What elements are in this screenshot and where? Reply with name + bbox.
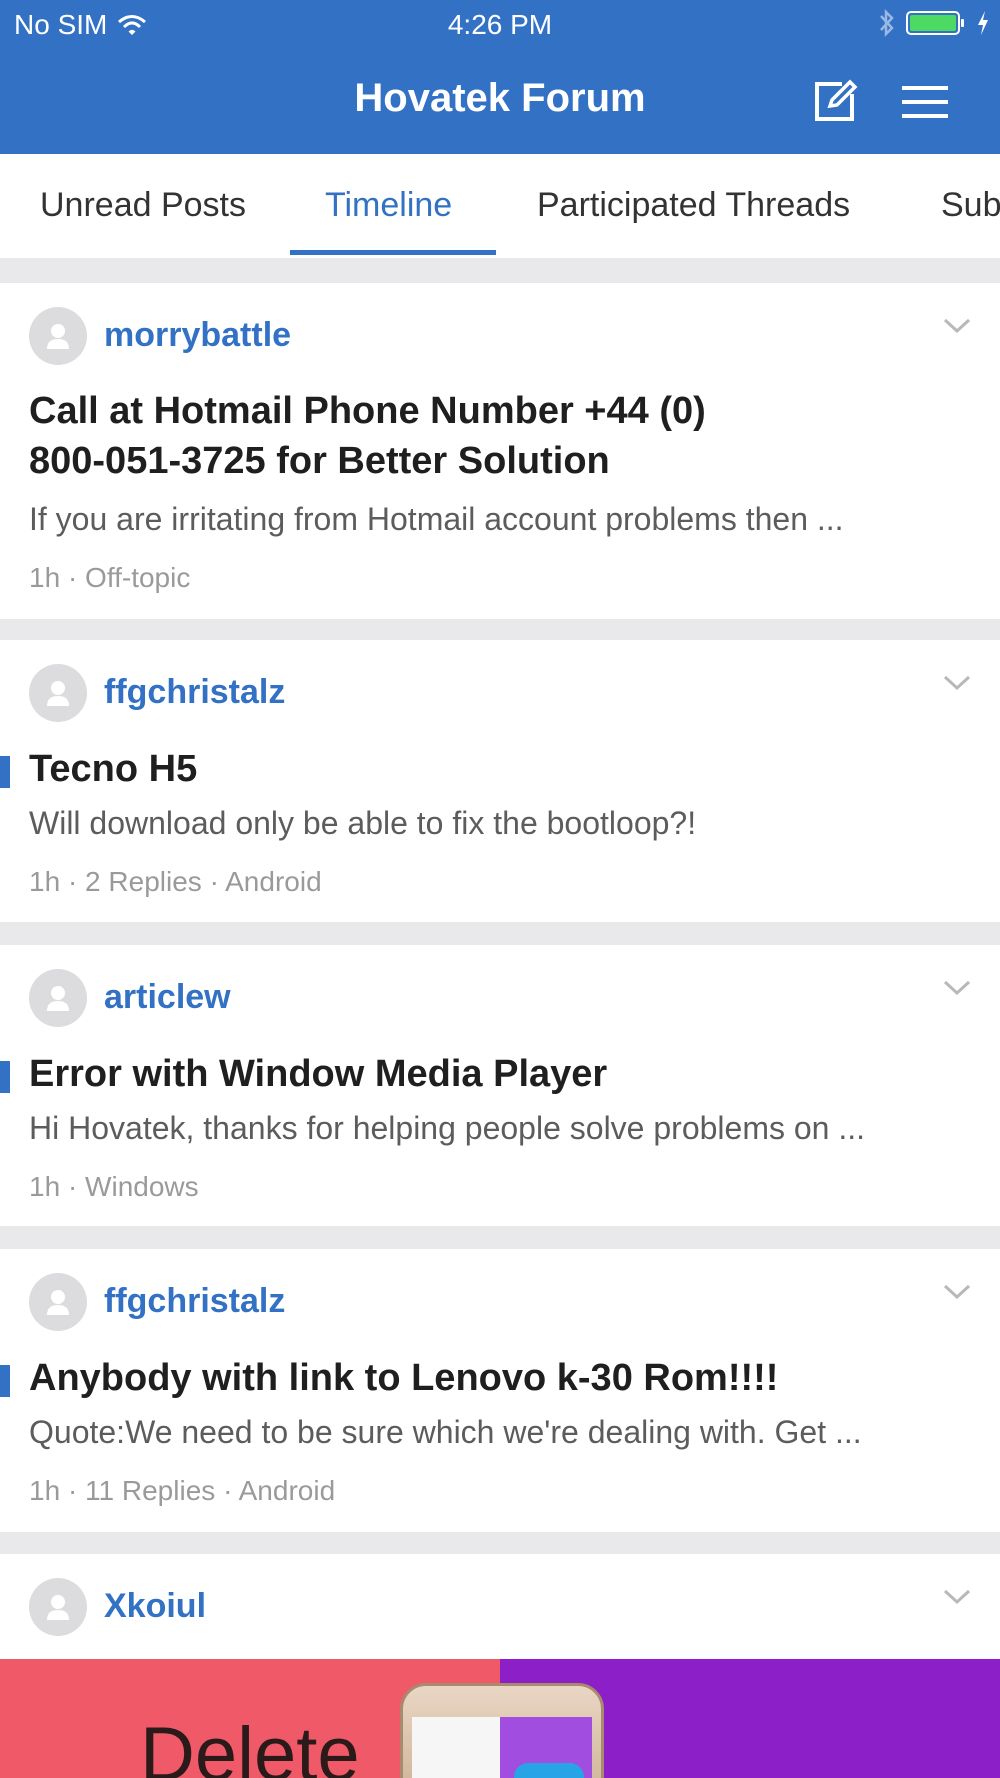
post-card[interactable]: ffgchristalz Tecno H5 Will download only… xyxy=(0,640,1000,922)
user-placeholder-icon xyxy=(47,986,69,1011)
banner-text: Delete xyxy=(140,1712,360,1778)
post-meta: 1h · Windows xyxy=(29,1171,199,1203)
post-time: 1h xyxy=(29,562,61,593)
post-author[interactable]: Xkoiul xyxy=(104,1587,206,1626)
post-title-line: Anybody with link to Lenovo k-30 Rom!!!! xyxy=(29,1357,779,1399)
post-title-line: 800-051-3725 for Better Solution xyxy=(29,440,610,482)
chevron-down-icon[interactable] xyxy=(942,1588,972,1606)
post-title[interactable]: Anybody with link to Lenovo k-30 Rom!!!! xyxy=(29,1353,979,1403)
post-excerpt: Hi Hovatek, thanks for helping people so… xyxy=(29,1110,866,1146)
post-meta: 1h · Off-topic xyxy=(29,562,190,594)
meta-separator: · xyxy=(223,1475,239,1506)
post-meta: 1h · 11 Replies · Android xyxy=(29,1475,335,1507)
post-author[interactable]: ffgchristalz xyxy=(104,673,285,712)
tab-unread-posts[interactable]: Unread Posts xyxy=(40,186,246,225)
avatar[interactable] xyxy=(29,307,87,365)
tab-participated-threads[interactable]: Participated Threads xyxy=(537,186,850,225)
post-time: 1h xyxy=(29,866,61,897)
post-title[interactable]: Tecno H5 xyxy=(29,744,979,794)
post-card[interactable]: ffgchristalz Anybody with link to Lenovo… xyxy=(0,1249,1000,1532)
tab-subscribed[interactable]: Sub xyxy=(941,186,1000,225)
user-placeholder-icon xyxy=(47,324,69,349)
chevron-down-icon[interactable] xyxy=(942,1283,972,1301)
chevron-down-icon[interactable] xyxy=(942,674,972,692)
post-title[interactable]: Call at Hotmail Phone Number +44 (0) 800… xyxy=(29,386,979,486)
post-forum[interactable]: Android xyxy=(239,1475,336,1506)
post-author[interactable]: articlew xyxy=(104,978,231,1017)
message-app-icon xyxy=(514,1763,584,1778)
status-bar: No SIM 4:26 PM xyxy=(0,0,1000,50)
post-forum[interactable]: Off-topic xyxy=(85,562,190,593)
meta-separator: · xyxy=(209,866,226,897)
status-time: 4:26 PM xyxy=(447,9,553,40)
meta-separator: · xyxy=(67,866,86,897)
battery-icon xyxy=(906,11,964,35)
user-placeholder-icon xyxy=(47,1595,69,1620)
chevron-down-icon[interactable] xyxy=(942,979,972,997)
post-title-line: Error with Window Media Player xyxy=(29,1053,608,1095)
post-replies: 11 Replies xyxy=(85,1475,216,1506)
avatar[interactable] xyxy=(29,1578,87,1636)
post-title-line: Tecno H5 xyxy=(29,748,198,790)
post-author[interactable]: morrybattle xyxy=(104,316,291,355)
nav-bar: Hovatek Forum xyxy=(0,50,1000,154)
charging-bolt-icon xyxy=(978,11,988,35)
unread-indicator xyxy=(0,1061,10,1093)
active-tab-indicator xyxy=(290,250,496,255)
hamburger-menu-icon[interactable] xyxy=(900,82,950,122)
post-card[interactable]: articlew Error with Window Media Player … xyxy=(0,945,1000,1226)
unread-indicator xyxy=(0,756,10,788)
post-time: 1h xyxy=(29,1171,61,1202)
post-forum[interactable]: Windows xyxy=(85,1171,199,1202)
chevron-down-icon[interactable] xyxy=(942,317,972,335)
post-excerpt: If you are irritating from Hotmail accou… xyxy=(29,501,844,537)
post-image-banner[interactable]: Delete xyxy=(0,1659,1000,1778)
avatar[interactable] xyxy=(29,664,87,722)
meta-separator: · xyxy=(67,1171,86,1202)
compose-icon[interactable] xyxy=(812,78,858,124)
post-forum[interactable]: Android xyxy=(225,866,322,897)
post-meta: 1h · 2 Replies · Android xyxy=(29,866,322,898)
tab-timeline[interactable]: Timeline xyxy=(325,186,452,225)
user-placeholder-icon xyxy=(47,681,69,706)
post-time: 1h xyxy=(29,1475,61,1506)
meta-separator: · xyxy=(67,1475,86,1506)
post-title-line: Call at Hotmail Phone Number +44 (0) xyxy=(29,390,706,432)
avatar[interactable] xyxy=(29,1273,87,1331)
post-card[interactable]: morrybattle Call at Hotmail Phone Number… xyxy=(0,283,1000,619)
post-replies: 2 Replies xyxy=(85,866,202,897)
post-title[interactable]: Error with Window Media Player xyxy=(29,1049,979,1099)
post-excerpt: Quote:We need to be sure which we're dea… xyxy=(29,1414,862,1450)
meta-separator: · xyxy=(67,562,86,593)
user-placeholder-icon xyxy=(47,1290,69,1315)
avatar[interactable] xyxy=(29,969,87,1027)
post-excerpt: Will download only be able to fix the bo… xyxy=(29,805,697,841)
bluetooth-icon xyxy=(880,8,894,38)
tab-bar: Unread Posts Timeline Participated Threa… xyxy=(0,154,1000,258)
post-author[interactable]: ffgchristalz xyxy=(104,1282,285,1321)
unread-indicator xyxy=(0,1365,10,1397)
